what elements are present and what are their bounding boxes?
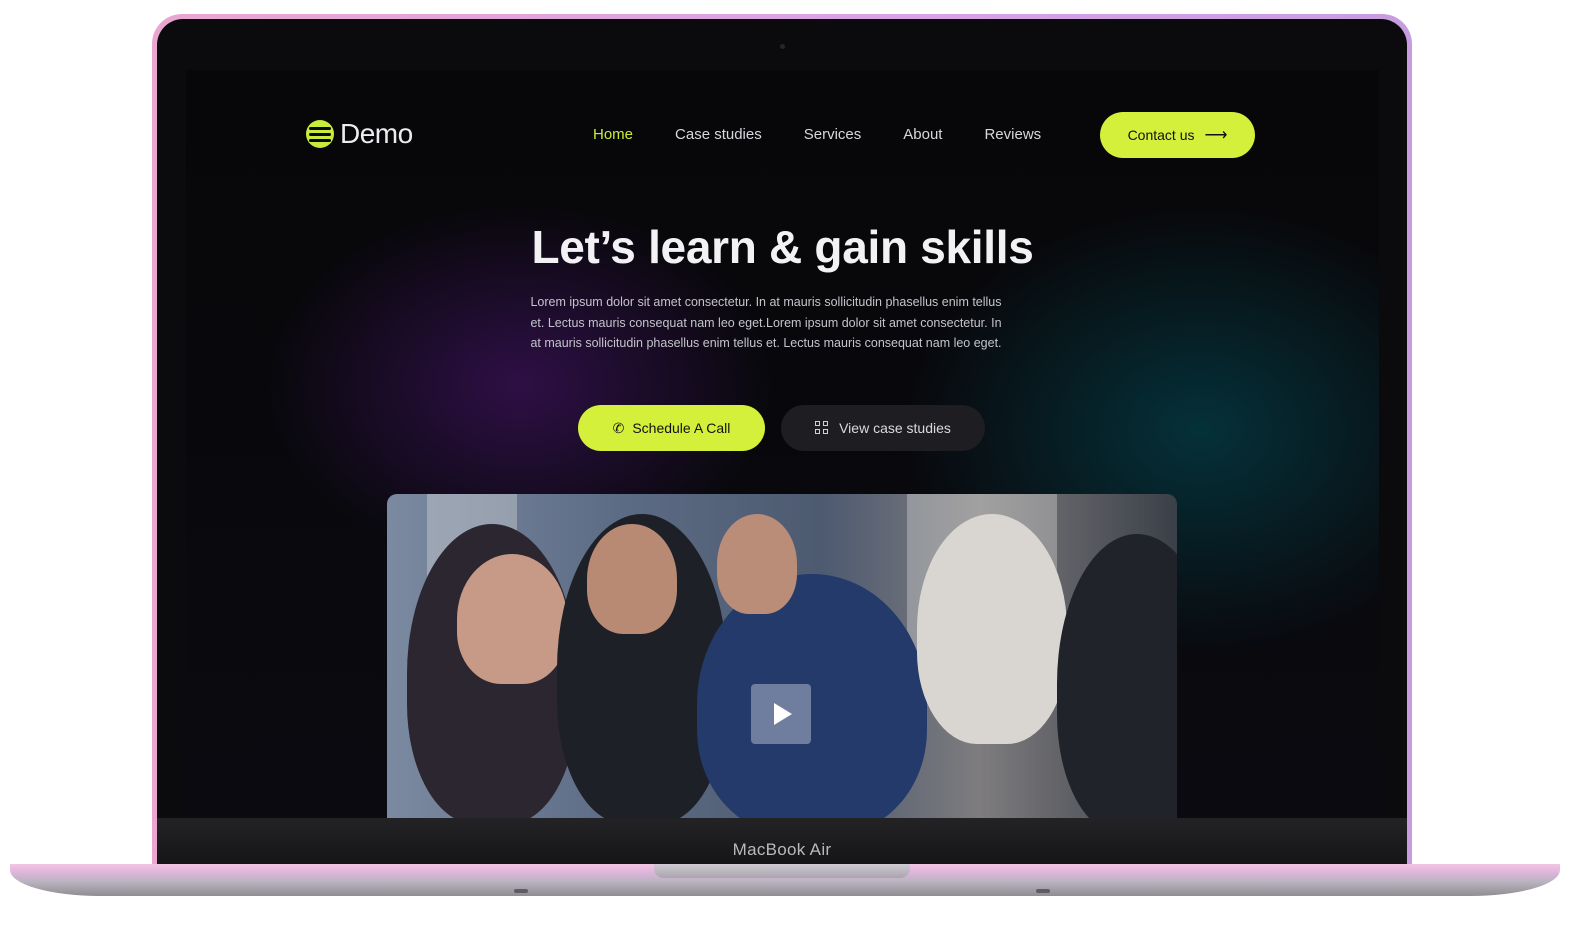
site-header: Demo Home Case studies Services About Re… — [186, 110, 1379, 160]
globe-icon — [306, 120, 334, 148]
view-case-studies-label: View case studies — [839, 420, 951, 436]
nav-reviews[interactable]: Reviews — [984, 126, 1041, 143]
nav-case-studies[interactable]: Case studies — [675, 126, 762, 143]
video-person — [917, 514, 1067, 744]
nav-about[interactable]: About — [903, 126, 942, 143]
main-nav: Home Case studies Services About Reviews — [593, 126, 1083, 143]
schedule-call-label: Schedule A Call — [632, 420, 731, 436]
video-person — [1057, 534, 1177, 818]
play-button[interactable] — [751, 684, 811, 744]
contact-us-button[interactable]: Contact us ⟶ — [1100, 112, 1255, 158]
contact-us-label: Contact us — [1127, 127, 1195, 143]
laptop-foot-right — [1036, 889, 1050, 893]
laptop-foot-left — [514, 889, 528, 893]
hero-title: Let’s learn & gain skills — [531, 221, 1034, 273]
schedule-call-button[interactable]: ✆ Schedule A Call — [578, 405, 765, 451]
video-person-face — [587, 524, 677, 634]
video-person-face — [457, 554, 567, 684]
laptop-chin: MacBook Air — [157, 818, 1407, 868]
hero-video[interactable] — [387, 494, 1177, 818]
video-person — [697, 574, 927, 818]
video-person-face — [717, 514, 797, 614]
grid-icon — [815, 421, 829, 435]
nav-services[interactable]: Services — [804, 126, 862, 143]
hero-actions: ✆ Schedule A Call View case studies — [578, 405, 985, 451]
phone-icon: ✆ — [612, 419, 625, 436]
laptop-screen: Demo Home Case studies Services About Re… — [186, 70, 1379, 818]
play-icon — [774, 703, 792, 725]
laptop-base-notch — [654, 864, 910, 878]
camera-dot — [780, 44, 785, 49]
view-case-studies-button[interactable]: View case studies — [781, 405, 985, 451]
site-logo[interactable]: Demo — [306, 118, 413, 150]
device-label: MacBook Air — [732, 840, 832, 859]
logo-text: Demo — [340, 118, 413, 149]
hero-description: Lorem ipsum dolor sit amet consectetur. … — [530, 295, 1002, 350]
nav-home[interactable]: Home — [593, 126, 633, 143]
arrow-right-icon: ⟶ — [1204, 127, 1228, 144]
